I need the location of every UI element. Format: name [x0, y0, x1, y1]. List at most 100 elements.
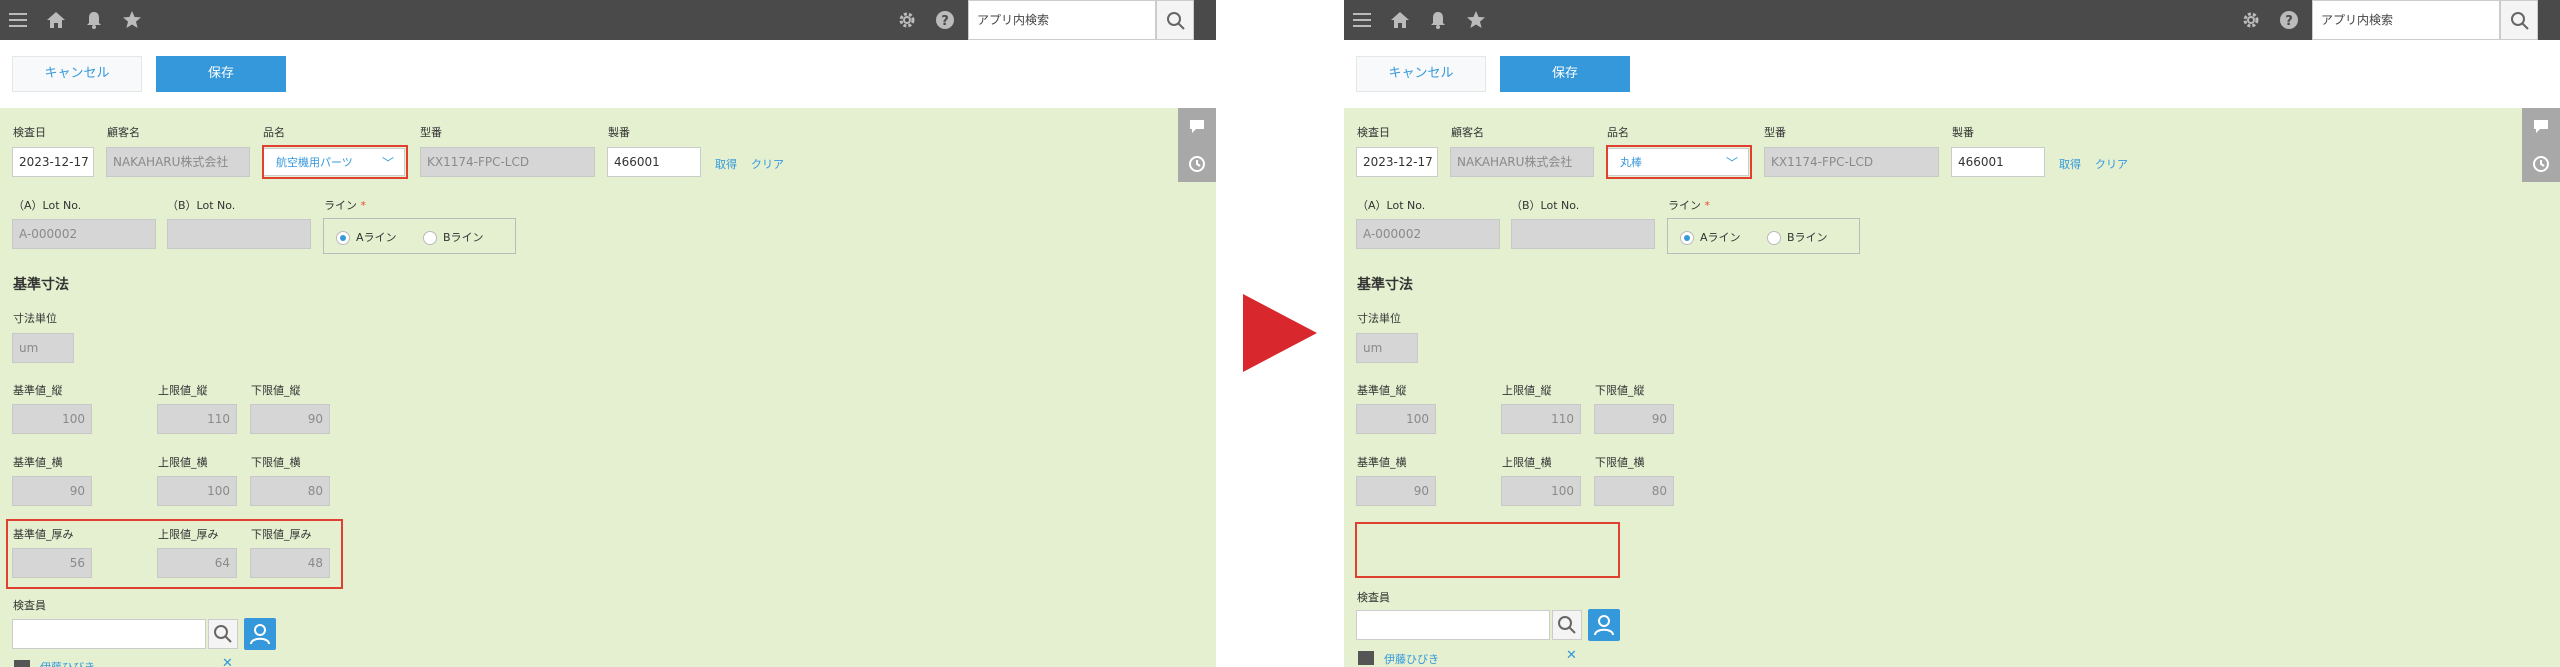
app-search-input[interactable]: アプリ内検索	[968, 0, 1156, 40]
lower-vertical-field: 90	[250, 404, 330, 434]
base-vertical-field: 100	[1356, 404, 1436, 434]
section-title: 基準寸法	[1357, 277, 1413, 293]
radio-line-b[interactable]	[423, 231, 437, 245]
home-icon[interactable]	[1390, 10, 1410, 30]
user-select-button[interactable]	[1588, 609, 1620, 641]
inspection-date-label: 検査日	[13, 126, 46, 139]
serial-no-field[interactable]: 466001	[1951, 147, 2045, 177]
highlight-box-product	[1606, 145, 1752, 179]
remove-user-icon[interactable]: ✕	[1566, 648, 1577, 663]
unit-field: um	[1356, 333, 1418, 363]
lower-vertical-label: 下限値_縦	[251, 384, 301, 397]
clear-link[interactable]: クリア	[751, 156, 784, 172]
search-button[interactable]	[1156, 0, 1194, 40]
bell-icon[interactable]	[1428, 10, 1448, 30]
section-title: 基準寸法	[13, 277, 69, 293]
app-search-input[interactable]: アプリ内検索	[2312, 0, 2500, 40]
customer-name-field: NAKAHARU株式会社	[1450, 147, 1594, 177]
save-button[interactable]: 保存	[1500, 56, 1630, 92]
star-icon[interactable]	[1466, 10, 1486, 30]
menu-icon[interactable]	[8, 10, 28, 30]
upper-vertical-label: 上限値_縦	[1502, 384, 1552, 397]
fetch-link[interactable]: 取得	[2059, 156, 2081, 172]
line-label: ライン *	[324, 199, 366, 212]
unit-field: um	[12, 333, 74, 363]
base-vertical-field: 100	[12, 404, 92, 434]
inspection-date-field[interactable]: 2023-12-17	[12, 147, 94, 177]
comment-icon[interactable]	[1188, 117, 1206, 135]
inspector-search-input[interactable]	[1356, 610, 1550, 640]
history-icon[interactable]	[2532, 155, 2550, 173]
model-no-label: 型番	[1764, 126, 1786, 139]
inspector-search-button[interactable]	[208, 619, 238, 649]
highlight-box-thickness	[6, 519, 343, 589]
gear-icon[interactable]	[2241, 10, 2261, 30]
inspector-name[interactable]: 伊藤ひびき	[1384, 651, 1439, 667]
product-name-label: 品名	[1607, 126, 1629, 139]
upper-horizontal-field: 100	[157, 476, 237, 506]
lot-a-field: A-000002	[12, 219, 156, 249]
base-vertical-label: 基準値_縦	[1357, 384, 1407, 397]
upper-vertical-label: 上限値_縦	[158, 384, 208, 397]
star-icon[interactable]	[122, 10, 142, 30]
user-select-button[interactable]	[244, 618, 276, 650]
radio-line-a-label: Aライン	[356, 231, 397, 244]
cancel-button[interactable]: キャンセル	[1356, 56, 1486, 92]
lower-vertical-label: 下限値_縦	[1595, 384, 1645, 397]
top-nav-bar: ? アプリ内検索	[1344, 0, 2560, 40]
help-icon[interactable]: ?	[935, 10, 955, 30]
comment-icon[interactable]	[2532, 117, 2550, 135]
inspector-label: 検査員	[13, 599, 46, 612]
screen-before: ? アプリ内検索 キャンセル 保存 検査日 2023-12-17 顧客名 NAK…	[0, 0, 1216, 667]
lot-a-field: A-000002	[1356, 219, 1500, 249]
menu-icon[interactable]	[1352, 10, 1372, 30]
side-panel	[1178, 108, 1216, 182]
remove-user-icon[interactable]: ✕	[222, 656, 233, 667]
highlight-box-product	[262, 145, 408, 179]
radio-line-b-label: Bライン	[1787, 231, 1828, 244]
clear-link[interactable]: クリア	[2095, 156, 2128, 172]
inspector-name[interactable]: 伊藤ひびき	[40, 659, 95, 667]
fetch-link[interactable]: 取得	[715, 156, 737, 172]
user-icon	[1594, 615, 1614, 636]
line-radio-group: Aライン Bライン	[1667, 218, 1860, 254]
model-no-field: KX1174-FPC-LCD	[420, 147, 595, 177]
search-button[interactable]	[2500, 0, 2538, 40]
transition-arrow	[1243, 294, 1317, 372]
help-icon[interactable]: ?	[2279, 10, 2299, 30]
upper-vertical-field: 110	[1501, 404, 1581, 434]
upper-vertical-field: 110	[157, 404, 237, 434]
base-horizontal-field: 90	[1356, 476, 1436, 506]
search-icon	[2511, 12, 2529, 30]
lower-horizontal-field: 80	[1594, 476, 1674, 506]
upper-horizontal-field: 100	[1501, 476, 1581, 506]
cancel-button[interactable]: キャンセル	[12, 56, 142, 92]
inspection-date-label: 検査日	[1357, 126, 1390, 139]
gear-icon[interactable]	[897, 10, 917, 30]
unit-label: 寸法単位	[13, 312, 57, 325]
model-no-field: KX1174-FPC-LCD	[1764, 147, 1939, 177]
radio-line-a-label: Aライン	[1700, 231, 1741, 244]
bell-icon[interactable]	[84, 10, 104, 30]
inspector-search-button[interactable]	[1552, 610, 1582, 640]
top-nav-bar: ? アプリ内検索	[0, 0, 1216, 40]
home-icon[interactable]	[46, 10, 66, 30]
radio-line-b-label: Bライン	[443, 231, 484, 244]
lot-b-label: （B）Lot No.	[1511, 199, 1580, 212]
history-icon[interactable]	[1188, 155, 1206, 173]
inspection-date-field[interactable]: 2023-12-17	[1356, 147, 1438, 177]
serial-no-label: 製番	[1952, 126, 1974, 139]
customer-name-label: 顧客名	[107, 126, 140, 139]
lower-horizontal-label: 下限値_横	[1595, 456, 1645, 469]
save-button[interactable]: 保存	[156, 56, 286, 92]
base-horizontal-label: 基準値_横	[1357, 456, 1407, 469]
lot-b-field	[1511, 219, 1655, 249]
radio-line-a[interactable]	[336, 231, 350, 245]
serial-no-field[interactable]: 466001	[607, 147, 701, 177]
radio-line-b[interactable]	[1767, 231, 1781, 245]
inspector-label: 検査員	[1357, 591, 1390, 604]
search-icon	[1167, 12, 1185, 30]
inspector-search-input[interactable]	[12, 619, 206, 649]
radio-line-a[interactable]	[1680, 231, 1694, 245]
line-label: ライン *	[1668, 199, 1710, 212]
